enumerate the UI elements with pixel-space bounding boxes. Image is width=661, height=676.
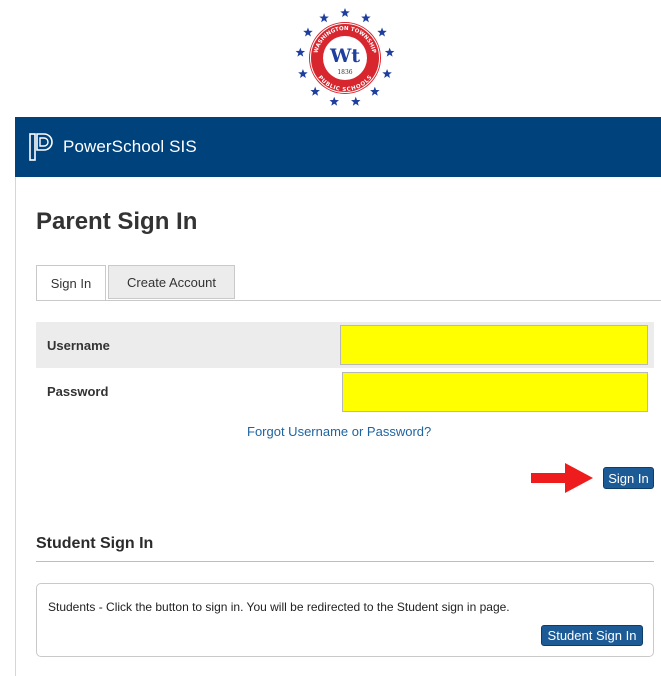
sign-in-tabs: Sign In Create Account <box>36 265 235 301</box>
student-sign-in-button[interactable]: Student Sign In <box>541 625 643 646</box>
seal-star-icon <box>310 86 320 96</box>
seal-star-icon <box>303 27 313 37</box>
sign-in-panel: Parent Sign In Sign In Create Account Us… <box>15 177 661 676</box>
app-title: PowerSchool SIS <box>63 137 197 156</box>
tab-create-account[interactable]: Create Account <box>108 265 235 299</box>
logo-initials: Wt <box>329 45 360 67</box>
seal-star-icon <box>377 27 387 37</box>
page-title: Parent Sign In <box>36 208 198 235</box>
seal-star-icon <box>384 47 395 57</box>
student-divider <box>36 561 654 562</box>
username-label: Username <box>47 337 110 353</box>
forgot-credentials-link[interactable]: Forgot Username or Password? <box>247 424 431 439</box>
tab-sign-in[interactable]: Sign In <box>36 265 106 301</box>
school-logo: WASHINGTON TOWNSHIP PUBLIC SCHOOLS Wt 18… <box>293 6 397 110</box>
password-label: Password <box>47 383 109 399</box>
seal-star-icon <box>298 68 308 78</box>
seal-star-icon <box>361 13 371 23</box>
seal-star-icon <box>382 68 392 78</box>
school-seal-icon: WASHINGTON TOWNSHIP PUBLIC SCHOOLS Wt 18… <box>295 8 395 106</box>
seal-star-icon <box>329 96 339 106</box>
seal-star-icon <box>370 86 380 96</box>
student-sign-in-box: Students - Click the button to sign in. … <box>36 583 654 657</box>
red-arrow-right-icon <box>531 463 593 493</box>
seal-star-icon <box>295 47 306 57</box>
powerschool-p-icon <box>29 132 57 162</box>
username-field[interactable] <box>340 325 648 365</box>
seal-star-icon <box>351 96 361 106</box>
student-section-title: Student Sign In <box>36 535 154 552</box>
app-header: PowerSchool SIS <box>15 117 661 177</box>
student-message: Students - Click the button to sign in. … <box>48 600 510 614</box>
sign-in-button[interactable]: Sign In <box>603 467 654 489</box>
tab-divider <box>36 300 661 301</box>
seal-star-icon <box>340 8 350 18</box>
logo-year: 1836 <box>337 69 352 76</box>
password-field[interactable] <box>342 372 648 412</box>
seal-star-icon <box>319 13 329 23</box>
